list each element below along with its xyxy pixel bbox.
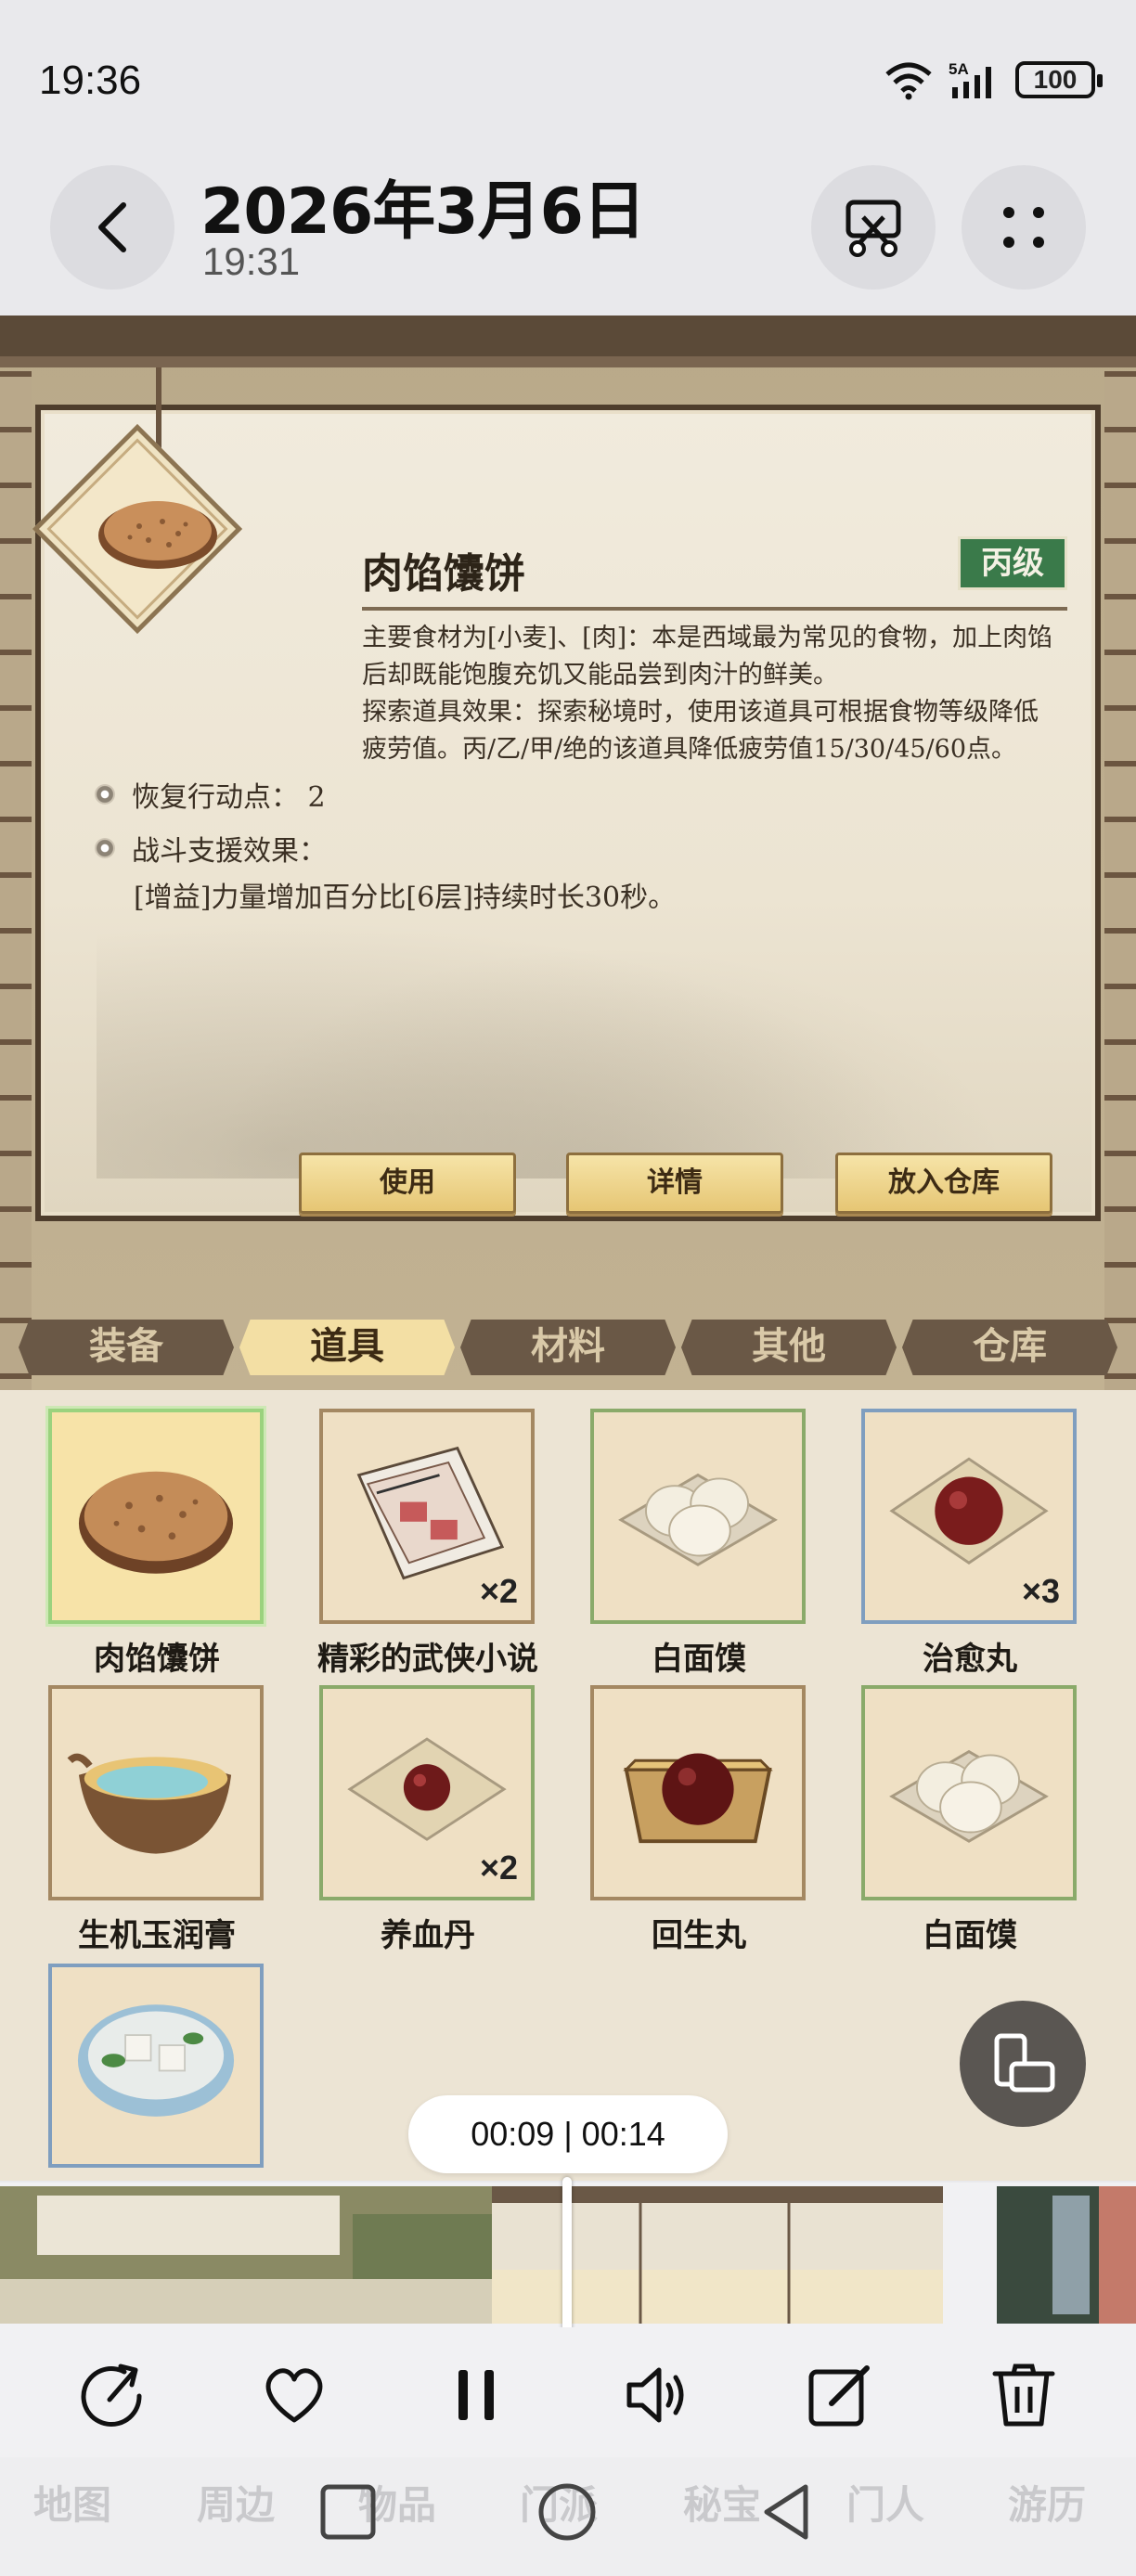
dots-grid-icon xyxy=(1003,207,1044,248)
tab-items[interactable]: 道具 xyxy=(239,1320,455,1375)
attr-action-points-text: 恢复行动点： 2 xyxy=(132,781,326,814)
desc-line: 探索道具效果：探索秘境时，使用该道具可根据食物等级降低 xyxy=(362,698,1039,727)
background-menu-item: 游历 xyxy=(1008,2482,1087,2528)
inventory-label: 精彩的武侠小说 xyxy=(317,1641,538,1678)
wood-beam xyxy=(0,316,1136,356)
frame-thumbnail xyxy=(492,2186,943,2324)
rotate-screen-icon xyxy=(994,2033,1055,2093)
bullet-icon xyxy=(95,784,115,805)
use-button[interactable]: 使用 xyxy=(299,1153,516,1214)
frame-thumbnail xyxy=(997,2186,1136,2324)
playback-time: 00:09 | 00:14 xyxy=(408,2095,728,2173)
grade-badge: 丙级 xyxy=(958,536,1067,590)
flatbread-icon xyxy=(78,1471,234,1574)
item-name: 肉馅馕饼 xyxy=(362,550,525,598)
inventory-slot[interactable] xyxy=(48,1409,264,1624)
inventory-label: 生机玉润膏 xyxy=(78,1917,236,1954)
wood-beam-trim xyxy=(0,356,1136,367)
rotate-screen-button[interactable] xyxy=(960,2001,1086,2127)
background-menu-item: 秘宝 xyxy=(683,2482,762,2528)
recents-icon[interactable] xyxy=(316,2479,381,2544)
item-count: ×2 xyxy=(479,1572,518,1610)
heart-icon[interactable] xyxy=(258,2359,330,2431)
game-screenshot: 肉馅馕饼 丙级 主要食材为[小麦]、[肉]：本是西域最为常见的食物，加上肉馅 后… xyxy=(0,316,1136,2181)
status-time: 19:36 xyxy=(39,58,142,103)
inventory-label: 回生丸 xyxy=(652,1917,746,1954)
page-title: 2026年3月6日 xyxy=(200,175,646,249)
attr-battle-support: 战斗支援效果： xyxy=(95,828,327,869)
revival-pill-icon xyxy=(623,1753,773,1844)
desc-line: 疲劳值。丙/乙/甲/绝的该道具降低疲劳值15/30/45/60点。 xyxy=(362,735,1017,764)
desc-line: 后却既能饱腹充饥又能品尝到肉汁的鲜美。 xyxy=(362,661,838,689)
bullet-icon xyxy=(95,838,115,858)
chevron-left-icon xyxy=(98,202,126,252)
home-icon[interactable] xyxy=(535,2479,600,2544)
inventory-label: 养血丹 xyxy=(381,1917,475,1954)
ink-mountains xyxy=(97,882,1025,1179)
soup-bowl-icon xyxy=(77,2004,235,2117)
page-subtitle: 19:31 xyxy=(202,239,301,283)
inventory-label: 肉馅馕饼 xyxy=(94,1641,220,1678)
share-icon[interactable] xyxy=(78,2359,150,2431)
volume-icon[interactable] xyxy=(622,2359,694,2431)
inventory-slot[interactable] xyxy=(590,1685,806,1900)
inventory-slot[interactable]: ×2 xyxy=(319,1409,535,1624)
inventory-label: 白面馍 xyxy=(652,1641,746,1678)
status-icons: 5A 100 xyxy=(882,59,1103,100)
signal-icon: 5A xyxy=(949,60,991,98)
item-count: ×2 xyxy=(479,1848,518,1887)
inventory-slot[interactable] xyxy=(48,1685,264,1900)
title-divider xyxy=(362,607,1067,611)
inventory-label: 治愈丸 xyxy=(923,1641,1017,1678)
battery-icon: 100 xyxy=(1015,61,1103,98)
viewer-header: 2026年3月6日 19:31 xyxy=(0,130,1136,316)
tab-materials[interactable]: 材料 xyxy=(460,1320,676,1375)
tab-other[interactable]: 其他 xyxy=(681,1320,897,1375)
inventory-slot[interactable] xyxy=(590,1409,806,1624)
inventory-slot[interactable]: ×2 xyxy=(319,1685,535,1900)
signal-label: 5A xyxy=(949,60,969,78)
inventory-slot[interactable] xyxy=(48,1964,264,2168)
ointment-bowl-icon xyxy=(67,1753,232,1854)
store-button[interactable]: 放入仓库 xyxy=(835,1153,1052,1214)
edit-icon[interactable] xyxy=(804,2359,876,2431)
frame-thumbnail xyxy=(0,2186,492,2324)
attr-battle-support-detail: [增益]力量增加百分比[6层]持续时长30秒。 xyxy=(134,882,677,914)
steamed-bun-icon xyxy=(618,1473,778,1566)
playhead[interactable] xyxy=(562,2177,572,2333)
back-button[interactable] xyxy=(50,165,174,290)
inventory-slot[interactable]: ×3 xyxy=(861,1409,1077,1624)
cut-button[interactable] xyxy=(811,165,936,290)
tab-warehouse[interactable]: 仓库 xyxy=(902,1320,1117,1375)
background-menu-item: 门人 xyxy=(846,2482,925,2528)
inventory-label: 白面馍 xyxy=(923,1917,1017,1954)
bottom-toolbar xyxy=(0,2327,1136,2457)
wifi-icon xyxy=(885,62,932,100)
attr-action-points: 恢复行动点： 2 xyxy=(95,774,326,815)
trash-icon[interactable] xyxy=(988,2359,1060,2431)
background-menu-item: 地图 xyxy=(33,2482,112,2528)
item-count: ×3 xyxy=(1021,1572,1060,1610)
tab-equipment[interactable]: 装备 xyxy=(19,1320,234,1375)
steamed-bun-icon xyxy=(889,1749,1049,1843)
attr-battle-support-text: 战斗支援效果： xyxy=(132,835,327,868)
pause-icon[interactable] xyxy=(440,2359,512,2431)
scissors-icon xyxy=(846,200,901,257)
more-button[interactable] xyxy=(962,165,1086,290)
item-description: 主要食材为[小麦]、[肉]：本是西域最为常见的食物，加上肉馅 后却既能饱腹充饥又… xyxy=(362,620,1086,768)
details-button[interactable]: 详情 xyxy=(566,1153,783,1214)
background-menu-item: 周边 xyxy=(197,2482,276,2528)
category-tabs: 装备 道具 材料 其他 仓库 xyxy=(19,1320,1117,1381)
system-nav-bar: 地图 周边 物品 门派 秘宝 门人 游历 xyxy=(0,2457,1136,2576)
desc-line: 主要食材为[小麦]、[肉]：本是西域最为常见的食物，加上肉馅 xyxy=(362,624,1053,652)
inventory-slot[interactable] xyxy=(861,1685,1077,1900)
flatbread-icon xyxy=(98,501,217,569)
back-nav-icon[interactable] xyxy=(754,2479,819,2544)
